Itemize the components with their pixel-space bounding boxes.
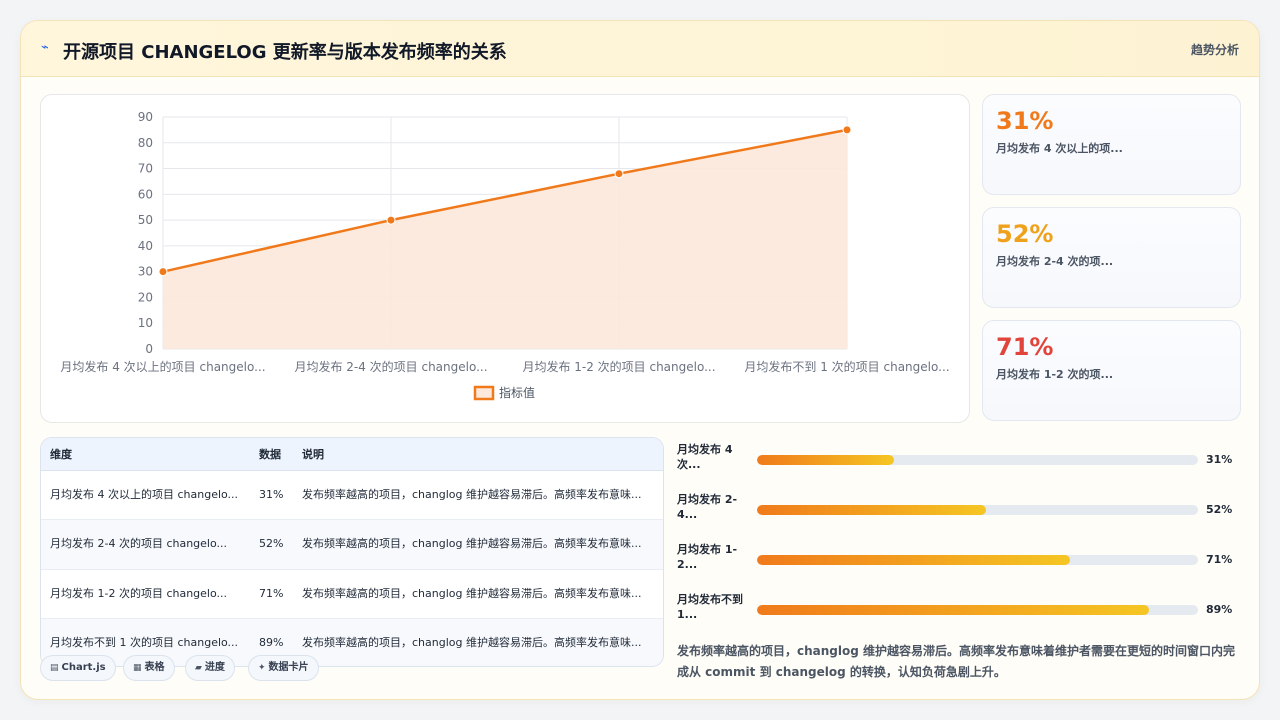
stat-card-3: 71% 月均发布 1-2 次的项... [982, 320, 1241, 421]
header-bar: ⌁ 开源项目 CHANGELOG 更新率与版本发布频率的关系 趋势分析 [21, 21, 1259, 77]
stat-value: 71% [996, 333, 1054, 361]
progress-track [757, 455, 1198, 465]
series-area [163, 129, 847, 349]
y-tick-label: 10 [138, 316, 153, 330]
column-header[interactable]: 说明 [293, 438, 663, 471]
progress-fill [757, 555, 1071, 565]
stat-value: 31% [996, 107, 1054, 135]
tab-chartjs[interactable]: ▤ Chart.js [40, 655, 116, 681]
stat-value: 52% [996, 220, 1054, 248]
progress-fill [757, 605, 1150, 615]
stat-card-2: 52% 月均发布 2-4 次的项... [982, 207, 1241, 308]
progress-icon: ▰ [195, 663, 202, 673]
data-point [842, 125, 852, 135]
data-table: 维度 数据 说明 月均发布 4 次以上的项目 changelo... 31% 发… [41, 438, 663, 666]
cell-description: 发布频率越高的项目，changlog 维护越容易滞后。高频率发布意味... [293, 569, 663, 619]
progress-label: 月均发布 2-4... [677, 493, 738, 521]
cell-description: 发布频率越高的项目，changlog 维护越容易滞后。高频率发布意味... [293, 618, 663, 666]
line-chart: 0 10 20 30 40 50 60 70 80 90 月均发布 4 次以上的项目 changel… [60, 110, 950, 401]
column-header[interactable]: 维度 [41, 438, 250, 471]
cell-value: 31% [250, 470, 293, 520]
x-tick-label: 月均发布 4 次以上的项目 changelo... [60, 359, 265, 374]
data-point [614, 169, 624, 179]
y-tick-label: 60 [138, 187, 153, 201]
tab-progress[interactable]: ▰ 进度 [185, 655, 235, 681]
progress-track [757, 605, 1198, 615]
progress-fill [757, 505, 987, 515]
line-chart-card: 0 10 20 30 40 50 60 70 80 90 月均发布 4 次以上的项目 changel… [40, 94, 970, 423]
progress-percent: 52% [1206, 503, 1233, 516]
x-tick-label: 月均发布 1-2 次的项目 changelo... [522, 359, 715, 374]
cell-dimension: 月均发布 2-4 次的项目 changelo... [41, 519, 250, 570]
progress-label: 月均发布不到 1... [677, 593, 743, 621]
y-tick-label: 70 [138, 162, 153, 176]
dashboard-frame: ⌁ 开源项目 CHANGELOG 更新率与版本发布频率的关系 趋势分析 0 10 2… [20, 20, 1260, 700]
data-point [158, 267, 168, 277]
insight-note: 发布频率越高的项目，changlog 维护越容易滞后。高频率发布意味着维护者需要… [677, 644, 1236, 679]
stat-label: 月均发布 1-2 次的项... [996, 368, 1114, 381]
tab-table[interactable]: ▦ 表格 [123, 655, 175, 681]
y-tick-label: 20 [138, 290, 153, 304]
progress-percent: 31% [1206, 453, 1233, 466]
table-row[interactable]: 月均发布 2-4 次的项目 changelo... 52% 发布频率越高的项目，… [41, 519, 663, 570]
cell-dimension: 月均发布 4 次以上的项目 changelo... [41, 470, 250, 520]
x-tick-label: 月均发布 2-4 次的项目 changelo... [294, 359, 487, 374]
progress-percent: 71% [1206, 553, 1233, 566]
page-title: 开源项目 CHANGELOG 更新率与版本发布频率的关系 [63, 42, 507, 63]
data-table-card: 维度 数据 说明 月均发布 4 次以上的项目 changelo... 31% 发… [40, 437, 664, 667]
progress-row-1: 月均发布 4 次... 31% [677, 442, 1241, 482]
header-tag[interactable]: 趋势分析 [1191, 41, 1239, 58]
table-row[interactable]: 月均发布 4 次以上的项目 changelo... 31% 发布频率越高的项目，… [41, 470, 663, 520]
tab-label: 表格 [144, 662, 165, 673]
data-point [386, 215, 396, 225]
x-tick-label: 月均发布不到 1 次的项目 changelo... [744, 359, 949, 374]
tab-label: 数据卡片 [268, 662, 309, 673]
progress-row-3: 月均发布 1-2... 71% [677, 542, 1241, 582]
cell-value: 71% [250, 569, 293, 619]
stat-label: 月均发布 2-4 次的项... [996, 255, 1114, 268]
progress-track [757, 505, 1198, 515]
y-tick-label: 90 [138, 110, 153, 124]
progress-fill [757, 455, 894, 465]
stat-card-1: 31% 月均发布 4 次以上的项... [982, 94, 1241, 195]
legend-swatch [473, 385, 495, 401]
y-tick-label: 0 [145, 342, 153, 356]
y-tick-label: 50 [138, 213, 153, 227]
stat-label: 月均发布 4 次以上的项... [996, 142, 1123, 155]
table-row[interactable]: 月均发布 1-2 次的项目 changelo... 71% 发布频率越高的项目，… [41, 569, 663, 619]
tab-label: Chart.js [61, 662, 106, 673]
cell-value: 52% [250, 519, 293, 570]
progress-track [757, 555, 1198, 565]
progress-percent: 89% [1206, 603, 1233, 616]
cell-description: 发布频率越高的项目，changlog 维护越容易滞后。高频率发布意味... [293, 519, 663, 570]
y-tick-label: 30 [138, 265, 153, 279]
tab-data-cards[interactable]: ✦ 数据卡片 [248, 655, 319, 681]
sparkle-icon: ⌁ [41, 40, 49, 55]
progress-row-4: 月均发布不到 1... 89% [677, 592, 1241, 632]
table-header-row: 维度 数据 说明 [41, 438, 663, 471]
tab-label: 进度 [204, 662, 225, 673]
table-icon: ▦ [133, 663, 142, 673]
cell-description: 发布频率越高的项目，changlog 维护越容易滞后。高频率发布意味... [293, 470, 663, 520]
chart-icon: ▤ [50, 663, 59, 673]
progress-label: 月均发布 4 次... [677, 443, 733, 471]
progress-row-2: 月均发布 2-4... 52% [677, 492, 1241, 532]
cell-dimension: 月均发布 1-2 次的项目 changelo... [41, 569, 250, 619]
column-header[interactable]: 数据 [250, 438, 293, 471]
y-tick-label: 80 [138, 136, 153, 150]
progress-label: 月均发布 1-2... [677, 543, 738, 571]
y-tick-label: 40 [138, 239, 153, 253]
card-icon: ✦ [258, 663, 266, 673]
legend-label: 指标值 [499, 385, 535, 400]
